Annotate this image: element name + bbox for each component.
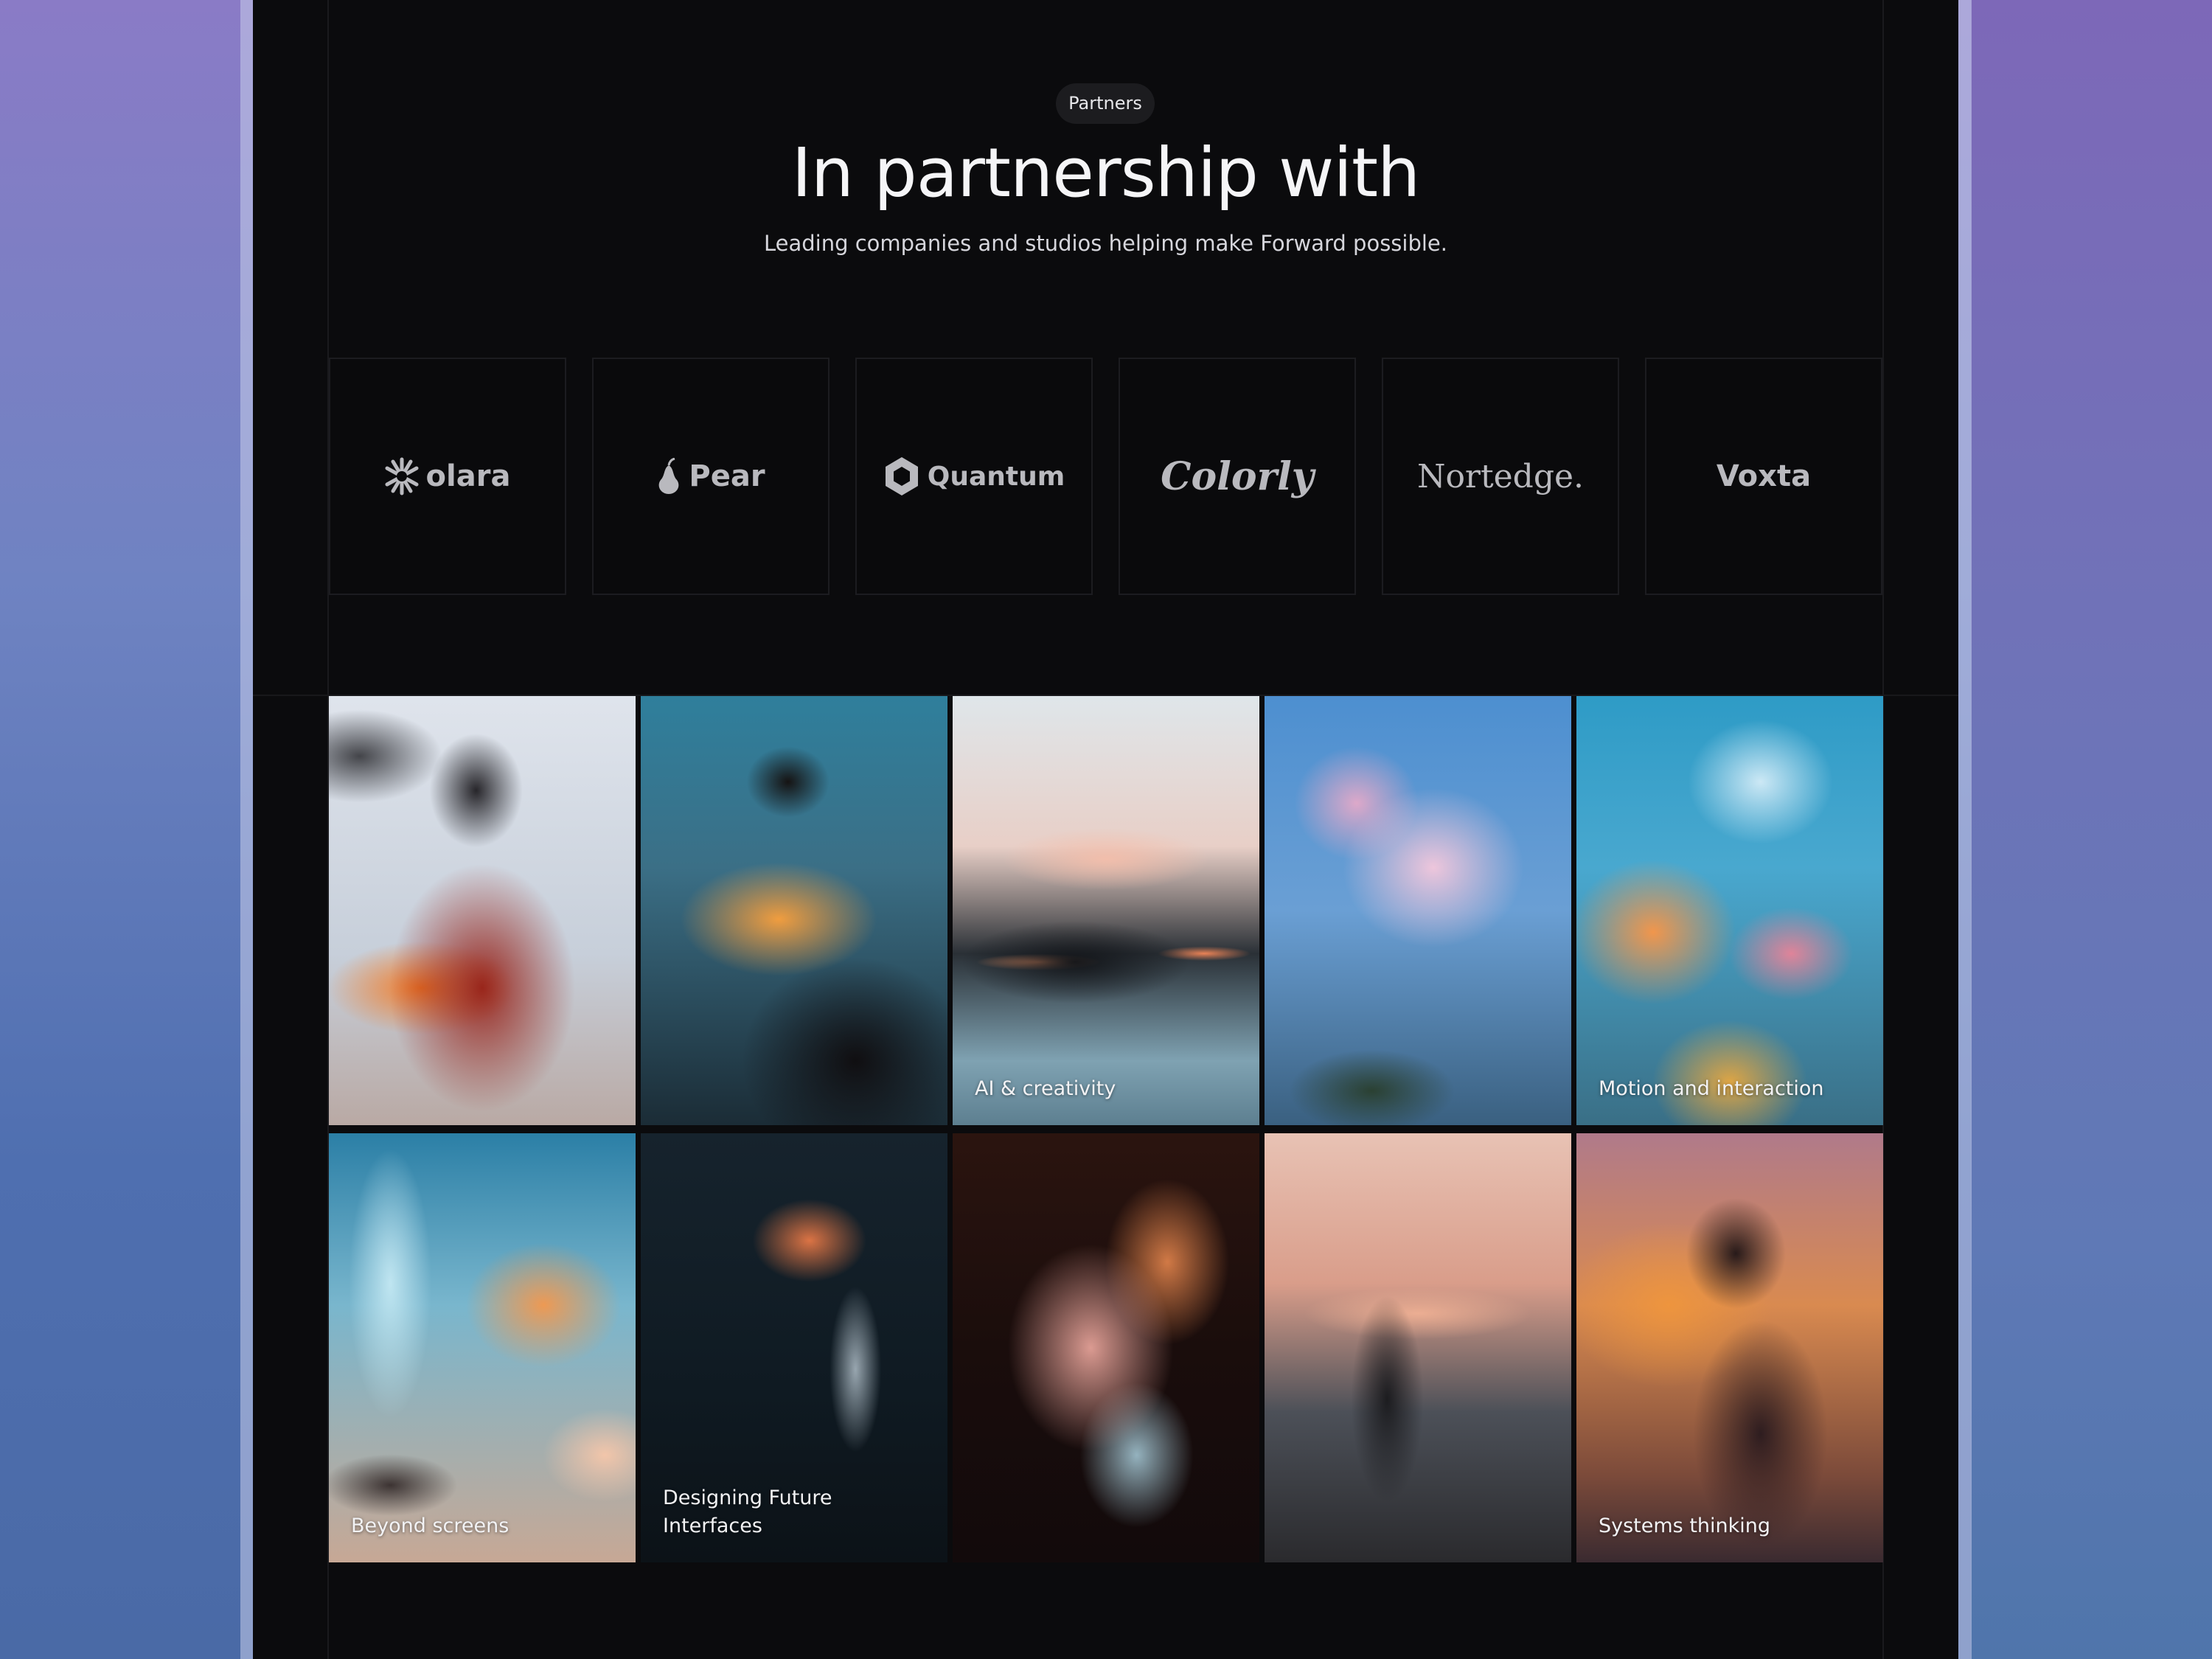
partners-page: Partners In partnership with Leading com… bbox=[253, 0, 1958, 1659]
partner-name: Nortedge. bbox=[1416, 457, 1585, 495]
gallery-tile[interactable]: Motion and interaction bbox=[1576, 696, 1883, 1125]
sunburst-icon bbox=[385, 455, 419, 498]
tile-caption: Beyond screens bbox=[351, 1514, 509, 1537]
gallery-tile[interactable] bbox=[641, 696, 947, 1125]
gallery-tile[interactable] bbox=[953, 1133, 1259, 1562]
partner-logo-voxta[interactable]: Voxta bbox=[1645, 358, 1882, 595]
gallery-tile[interactable] bbox=[1265, 1133, 1571, 1562]
section-title: In partnership with bbox=[791, 133, 1421, 212]
tile-caption: Systems thinking bbox=[1599, 1514, 1771, 1537]
partner-logo-nortedge[interactable]: Nortedge. bbox=[1382, 358, 1619, 595]
gallery-tile[interactable]: Systems thinking bbox=[1576, 1133, 1883, 1562]
partner-logo-colorly[interactable]: Colorly bbox=[1119, 358, 1356, 595]
partner-name: Colorly bbox=[1161, 453, 1314, 499]
partner-logo-pear[interactable]: Pear bbox=[592, 358, 830, 595]
hexagon-icon bbox=[883, 456, 920, 497]
gallery-tile[interactable]: Designing Future Interfaces bbox=[641, 1133, 947, 1562]
gallery-tile[interactable] bbox=[1265, 696, 1571, 1125]
tile-caption: Designing Future Interfaces bbox=[663, 1486, 832, 1537]
partner-logo-quantum[interactable]: Quantum bbox=[855, 358, 1093, 595]
section-subtitle: Leading companies and studios helping ma… bbox=[763, 231, 1447, 256]
partner-logo-olara[interactable]: olara bbox=[329, 358, 566, 595]
partner-name: Voxta bbox=[1716, 459, 1812, 493]
partner-name: Pear bbox=[689, 459, 765, 493]
section-badge: Partners bbox=[1056, 83, 1155, 124]
gallery-tile[interactable] bbox=[329, 696, 636, 1125]
frame-edge-right bbox=[1957, 0, 1972, 1659]
pear-icon bbox=[656, 458, 681, 495]
partner-name: Quantum bbox=[927, 461, 1065, 492]
tile-caption: Motion and interaction bbox=[1599, 1077, 1824, 1100]
right-backdrop bbox=[1971, 0, 2212, 1659]
partner-name: olara bbox=[425, 459, 511, 493]
tile-caption: AI & creativity bbox=[975, 1077, 1116, 1100]
gallery-tile[interactable]: AI & creativity bbox=[953, 696, 1259, 1125]
gallery-tile[interactable]: Beyond screens bbox=[329, 1133, 636, 1562]
